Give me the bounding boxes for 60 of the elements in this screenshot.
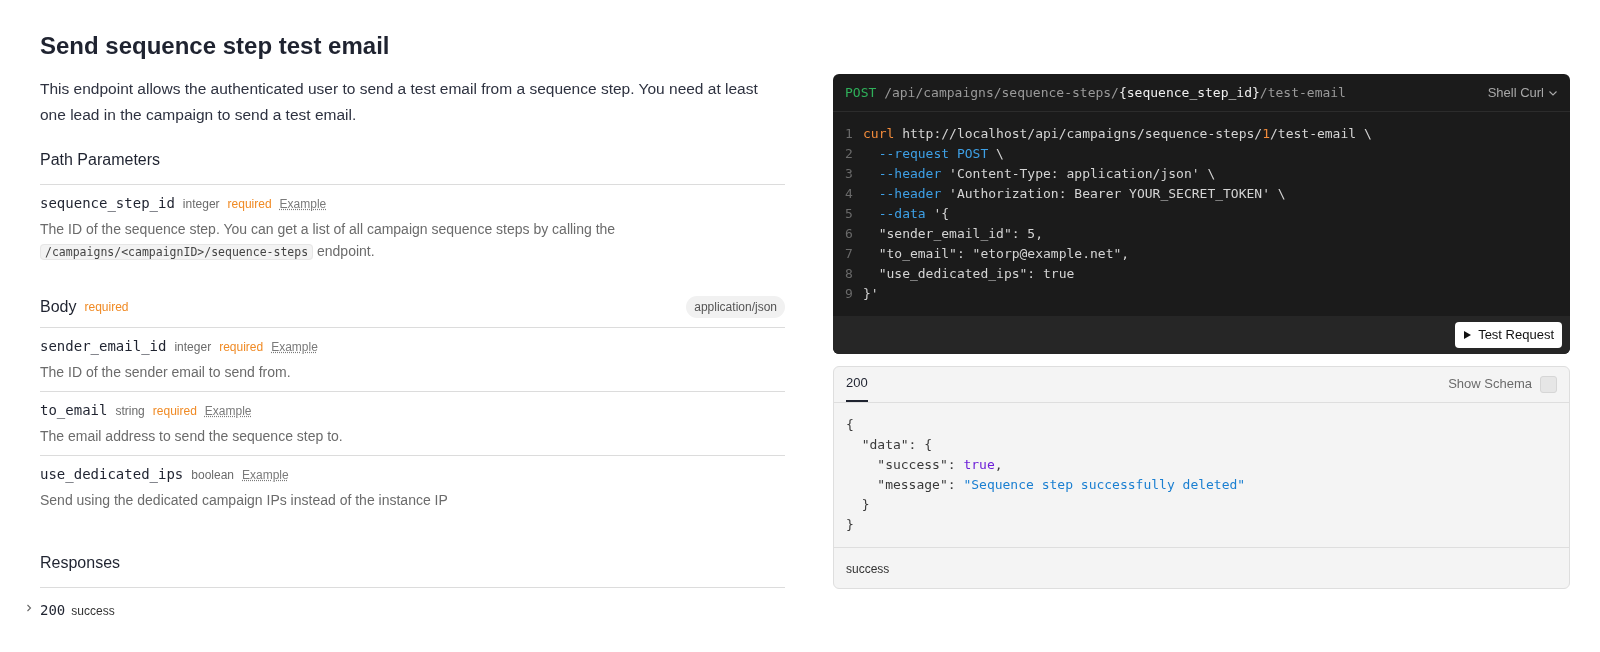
- code-line: --header 'Content-Type: application/json' \: [877, 165, 1216, 184]
- page-title: Send sequence step test email: [40, 31, 391, 61]
- line-number: 9: [845, 285, 854, 304]
- show-schema-checkbox[interactable]: [1540, 375, 1557, 393]
- test-request-button[interactable]: Test Request: [1455, 322, 1562, 348]
- example-link[interactable]: Example: [204, 402, 252, 420]
- page-description: This endpoint allows the authenticated user to send a test email from a sequence step. You need at least one lead in the campaign to send a test email.: [40, 79, 759, 125]
- code-line: --data '{: [877, 205, 950, 224]
- section-heading: Body: [40, 297, 77, 317]
- section-heading: Path Parameters: [40, 150, 162, 170]
- language-select[interactable]: Shell Curl: [1487, 82, 1558, 103]
- required-label: required: [152, 403, 197, 420]
- line-number: 7: [845, 245, 854, 264]
- line-number: 8: [845, 265, 854, 284]
- param-description: The ID of the sequence step. You can get a list of all campaign sequence steps by calling the /campaigns/<campaignID>/sequence-steps endpoint.: [40, 220, 617, 262]
- example-link[interactable]: Example: [271, 338, 318, 356]
- inline-code: /campaigns/<campaignID>/sequence-steps: [40, 244, 314, 260]
- param-name: use_dedicated_ips: [40, 465, 184, 485]
- param-type: boolean: [191, 467, 234, 484]
- line-number: 4: [845, 185, 854, 204]
- example-link[interactable]: Example: [279, 195, 327, 213]
- line-number: 1: [845, 125, 854, 144]
- param-description: Send using the dedicated campaign IPs instead of the instance IP: [40, 491, 449, 510]
- line-number: 2: [845, 145, 854, 164]
- response-row[interactable]: 200 success: [40, 588, 785, 633]
- line-number: 3: [845, 165, 854, 184]
- status-tab[interactable]: 200: [846, 366, 868, 402]
- param-name: to_email: [40, 401, 108, 421]
- play-icon: [1463, 329, 1473, 340]
- param-type: string: [115, 403, 145, 420]
- code-line: "use_dedicated_ips": true: [877, 265, 1075, 284]
- code-line: }: [860, 495, 871, 514]
- code-line: --request POST \: [877, 145, 1004, 164]
- line-number: 6: [845, 225, 854, 244]
- code-line: curl http://localhost/api/campaigns/sequence-steps/1/test-email \: [863, 125, 1372, 144]
- line-number: 5: [845, 205, 854, 224]
- code-line: "data": {: [860, 435, 934, 454]
- code-line: }: [846, 515, 855, 534]
- required-label: required: [219, 339, 264, 356]
- content-type-badge: application/json: [686, 296, 785, 318]
- code-line: "to_email": "etorp@example.net",: [877, 245, 1130, 264]
- param-description: The ID of the sender email to send from.: [40, 363, 292, 382]
- param-name: sequence_step_id: [40, 194, 175, 214]
- param-type: integer: [182, 196, 220, 213]
- response-description: success: [846, 561, 890, 576]
- code-line: "message": "Sequence step successfully deleted": [876, 475, 1247, 494]
- required-label: required: [84, 299, 129, 316]
- code-line: --header 'Authorization: Bearer YOUR_SECRET_TOKEN' \: [877, 185, 1286, 204]
- show-schema-label: Show Schema: [1448, 375, 1532, 394]
- code-line: "success": true,: [876, 455, 1004, 474]
- section-heading: Responses: [40, 553, 122, 573]
- required-label: required: [227, 196, 272, 213]
- param-description: The email address to send the sequence step to.: [40, 427, 344, 446]
- code-line: }': [863, 285, 879, 304]
- code-line: "sender_email_id": 5,: [877, 225, 1043, 244]
- param-type: integer: [174, 339, 212, 356]
- endpoint-path: POST /api/campaigns/sequence-steps/{sequence_step_id}/test-email: [845, 83, 1346, 102]
- code-line: {: [846, 415, 855, 434]
- param-name: sender_email_id: [40, 337, 167, 357]
- example-link[interactable]: Example: [242, 466, 289, 484]
